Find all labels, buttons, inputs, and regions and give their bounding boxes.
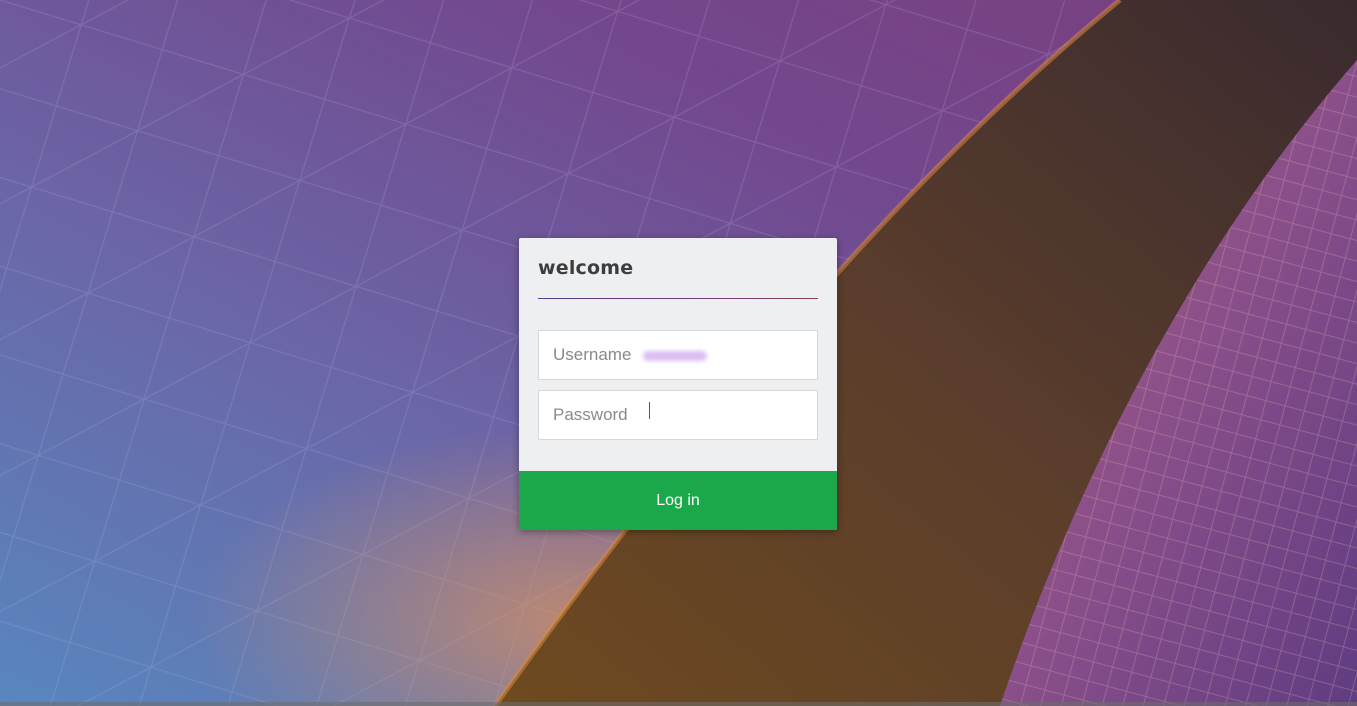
login-button[interactable]: Log in — [519, 471, 837, 530]
title-divider — [538, 298, 818, 299]
redacted-username-value — [643, 351, 707, 361]
username-label: Username — [553, 345, 632, 364]
password-label: Password — [553, 405, 628, 424]
welcome-title: welcome — [538, 257, 634, 279]
text-caret — [649, 402, 650, 419]
username-input[interactable]: Username — [538, 330, 818, 380]
login-card: welcome Username Password Log in — [519, 238, 837, 530]
password-input[interactable]: Password — [538, 390, 818, 440]
